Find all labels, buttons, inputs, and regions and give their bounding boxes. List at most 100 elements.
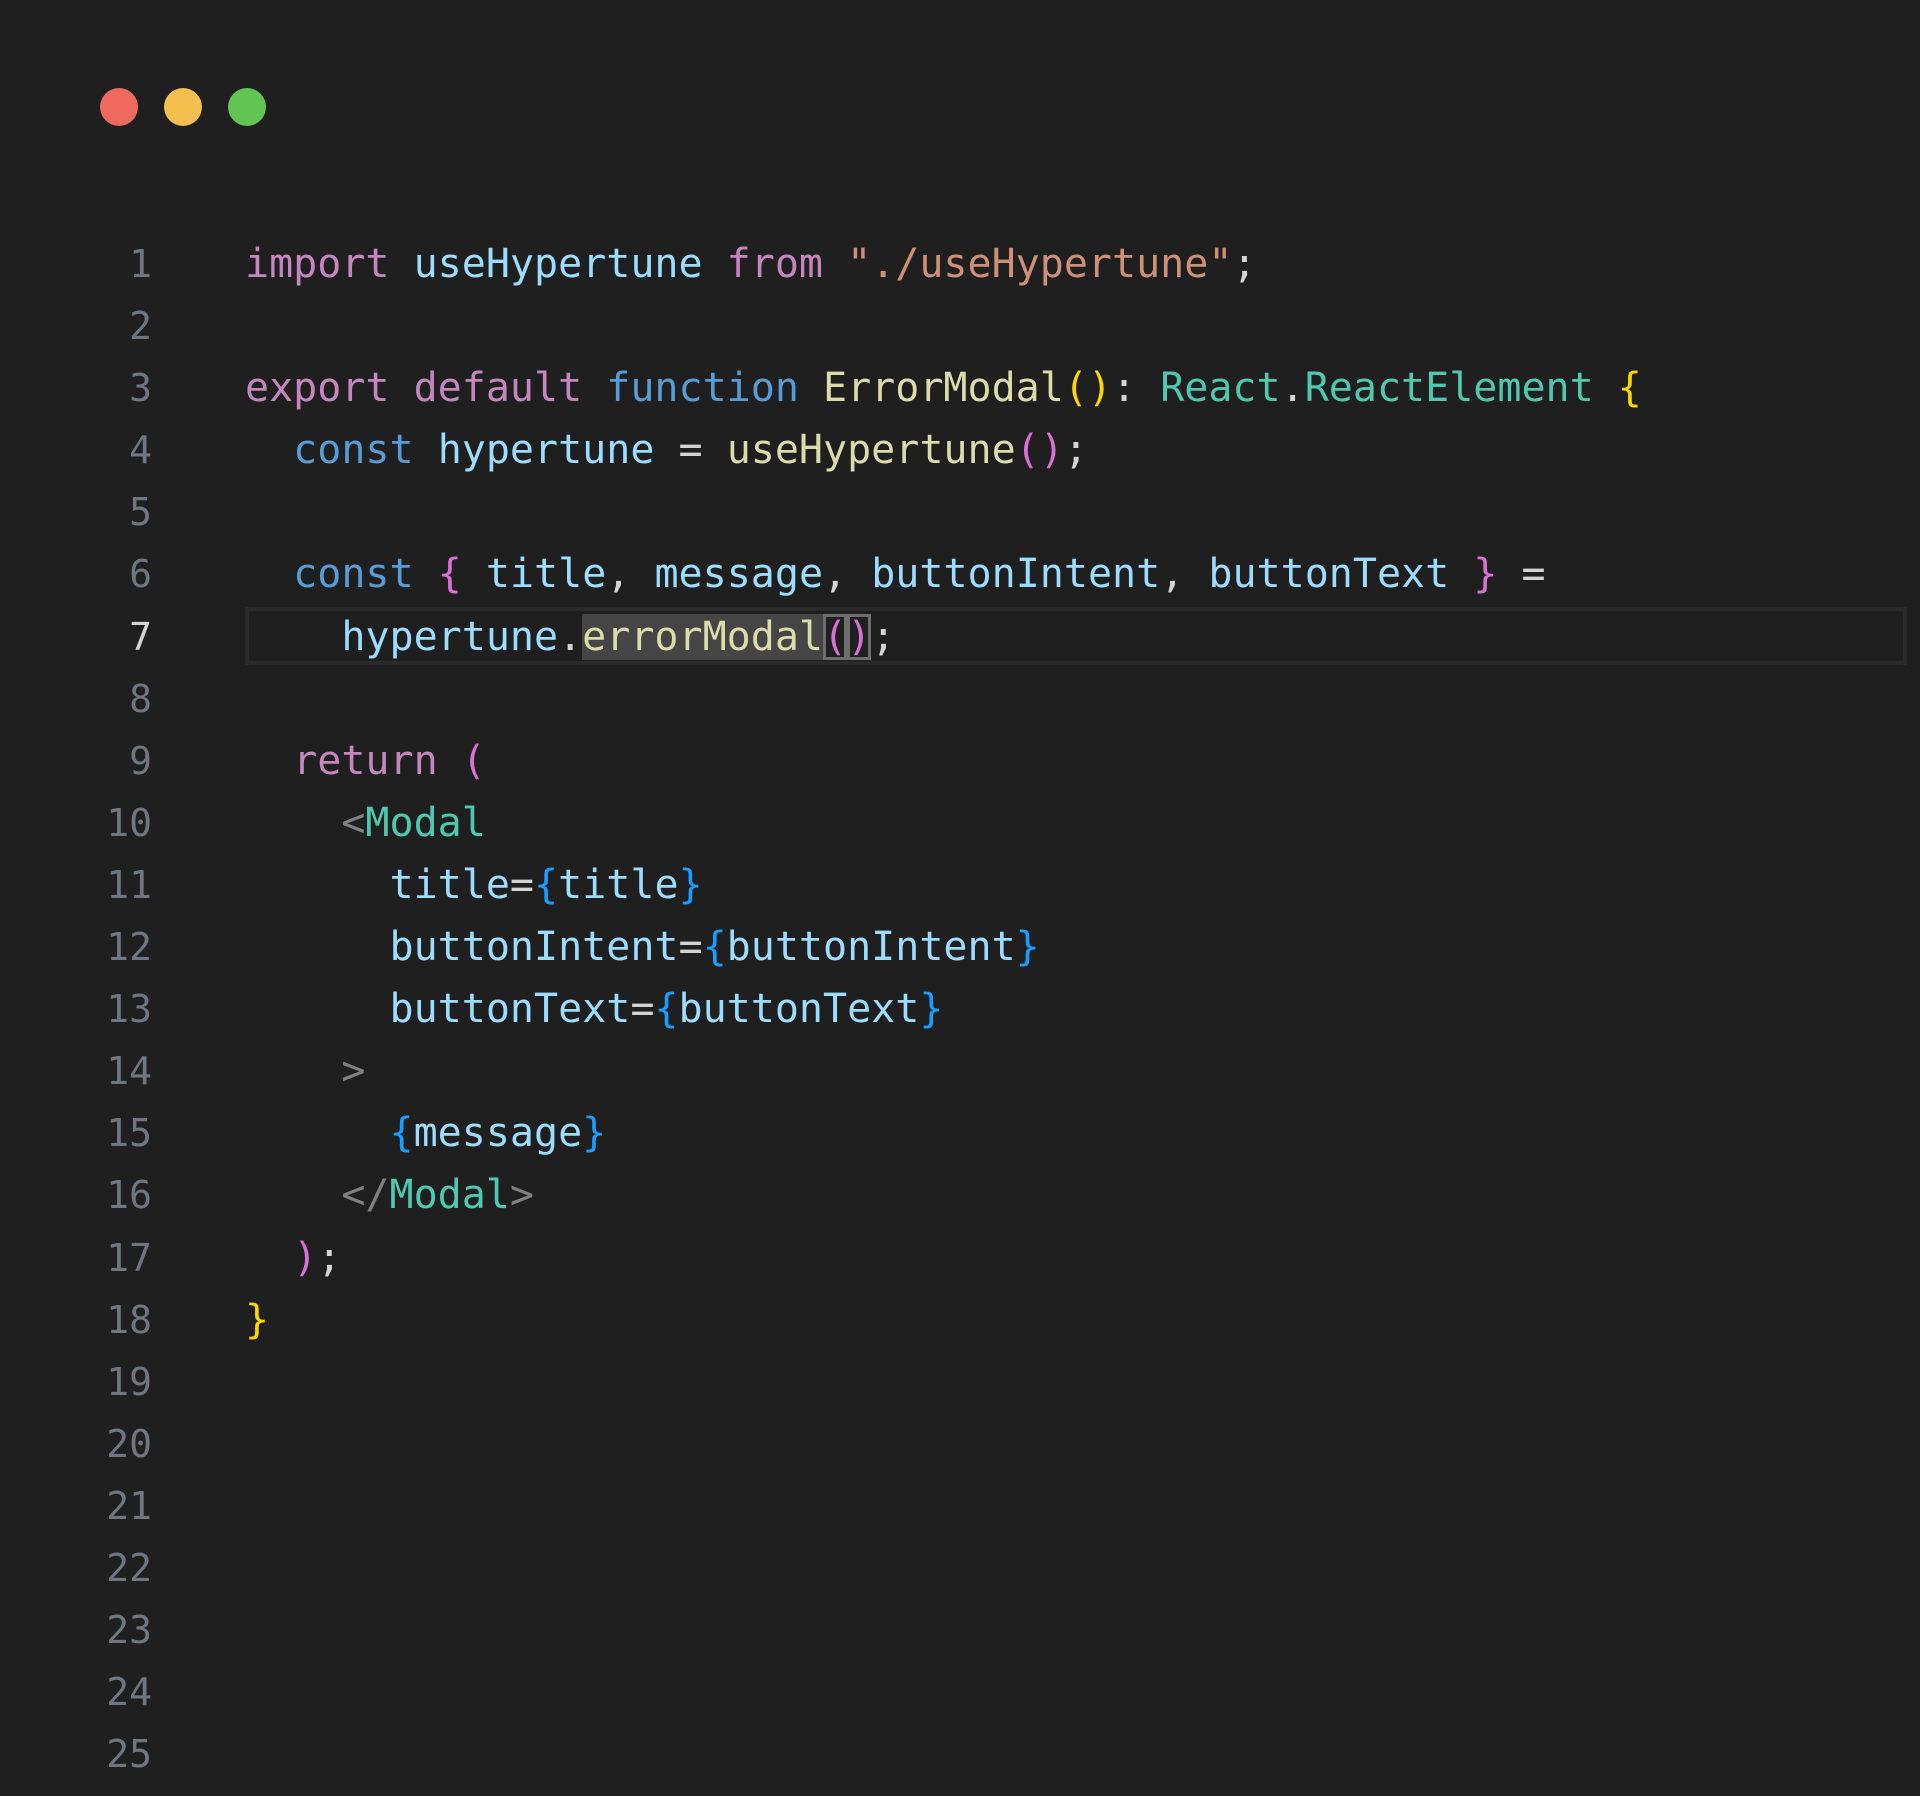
code-line[interactable]: 1 import useHypertune from "./useHypertun…: [0, 233, 1920, 295]
code-token: import: [245, 241, 390, 287]
code-line[interactable]: 13 buttonText={buttonText}: [0, 978, 1920, 1040]
code-token: (: [823, 613, 848, 660]
code-text: buttonText={buttonText}: [245, 978, 944, 1040]
line-number: 15: [106, 1111, 152, 1156]
code-token: >: [341, 1048, 366, 1095]
code-token: useHypertune: [413, 241, 703, 287]
code-line[interactable]: 7 hypertune.errorModal();: [0, 606, 1920, 668]
code-line[interactable]: 16 </Modal>: [0, 1164, 1920, 1226]
code-token: =: [509, 861, 535, 908]
code-editor[interactable]: 1 import useHypertune from "./useHypertun…: [0, 233, 1920, 1785]
line-number: 5: [129, 490, 152, 535]
code-text: buttonIntent={buttonIntent}: [245, 916, 1040, 978]
line-number: 19: [106, 1359, 152, 1404]
minimize-window-icon[interactable]: [164, 88, 202, 126]
code-token: <: [341, 799, 366, 846]
code-token: }: [1473, 551, 1498, 598]
code-line[interactable]: 3 export default function ErrorModal(): R…: [0, 357, 1920, 419]
code-line[interactable]: 11 title={title}: [0, 854, 1920, 916]
line-number: 9: [129, 738, 152, 783]
line-number: 20: [106, 1421, 152, 1466]
code-token: Modal: [365, 799, 486, 846]
code-token: ,: [1160, 551, 1209, 598]
code-line[interactable]: 8: [0, 668, 1920, 730]
code-token: (): [1015, 427, 1064, 474]
code-token: hypertune: [341, 613, 559, 660]
code-token: React: [1160, 365, 1281, 412]
code-line[interactable]: 19: [0, 1351, 1920, 1413]
code-token: buttonText: [678, 986, 920, 1033]
line-number: 11: [106, 862, 152, 907]
code-line[interactable]: 21: [0, 1475, 1920, 1537]
code-line[interactable]: 14 >: [0, 1040, 1920, 1102]
code-text: return (: [245, 730, 486, 792]
code-token: ErrorModal: [823, 365, 1064, 412]
code-line[interactable]: 4 const hypertune = useHypertune();: [0, 419, 1920, 481]
code-token: ;: [1232, 241, 1257, 287]
code-token: function: [606, 365, 799, 412]
code-token: ;: [1063, 427, 1088, 474]
code-line[interactable]: 23: [0, 1599, 1920, 1661]
code-token: message: [413, 1110, 583, 1157]
code-token: buttonIntent: [726, 924, 1016, 971]
code-line[interactable]: 25: [0, 1723, 1920, 1785]
code-text: hypertune.errorModal();: [245, 606, 895, 668]
code-line[interactable]: 24: [0, 1661, 1920, 1723]
code-token: .: [558, 613, 583, 660]
code-line[interactable]: 17 );: [0, 1227, 1920, 1289]
code-line[interactable]: 9 return (: [0, 730, 1920, 792]
line-number: 1: [129, 242, 152, 286]
line-number: 21: [106, 1483, 152, 1528]
code-token: }: [582, 1110, 607, 1157]
code-token: {: [702, 924, 727, 971]
code-token: const: [293, 551, 414, 598]
code-token: =: [630, 986, 655, 1033]
code-token: errorModal: [582, 613, 823, 660]
line-number: 16: [106, 1173, 152, 1218]
code-window: 1 import useHypertune from "./useHypertun…: [0, 0, 1920, 1796]
code-line[interactable]: 5: [0, 481, 1920, 543]
code-token: }: [1015, 924, 1040, 971]
code-token: =: [1497, 551, 1546, 598]
code-line[interactable]: 12 buttonIntent={buttonIntent}: [0, 916, 1920, 978]
code-line[interactable]: 15 {message}: [0, 1102, 1920, 1164]
code-text: {message}: [245, 1102, 607, 1164]
code-text: );: [245, 1227, 341, 1289]
close-window-icon[interactable]: [100, 88, 138, 126]
line-number: 7: [129, 614, 152, 659]
line-number: 2: [129, 304, 152, 349]
code-token: default: [413, 365, 583, 412]
code-line[interactable]: 20: [0, 1413, 1920, 1475]
code-token: ): [293, 1234, 318, 1281]
code-line[interactable]: 18}: [0, 1289, 1920, 1351]
code-token: >: [509, 1172, 535, 1219]
code-token: .: [1280, 365, 1305, 412]
code-line[interactable]: 6 const { title, message, buttonIntent, …: [0, 543, 1920, 605]
line-number: 4: [129, 428, 152, 473]
code-token: title: [485, 551, 607, 598]
maximize-window-icon[interactable]: [228, 88, 266, 126]
line-number: 12: [106, 925, 152, 970]
code-token: ): [847, 613, 872, 660]
code-text: const hypertune = useHypertune();: [245, 419, 1088, 481]
code-line[interactable]: 22: [0, 1537, 1920, 1599]
code-line[interactable]: 10 <Modal: [0, 792, 1920, 854]
line-number: 8: [129, 676, 152, 721]
code-token: message: [654, 551, 824, 598]
code-text: title={title}: [245, 854, 703, 916]
code-token: buttonText: [389, 986, 631, 1033]
code-line[interactable]: 2: [0, 295, 1920, 357]
line-number: 25: [106, 1732, 152, 1777]
